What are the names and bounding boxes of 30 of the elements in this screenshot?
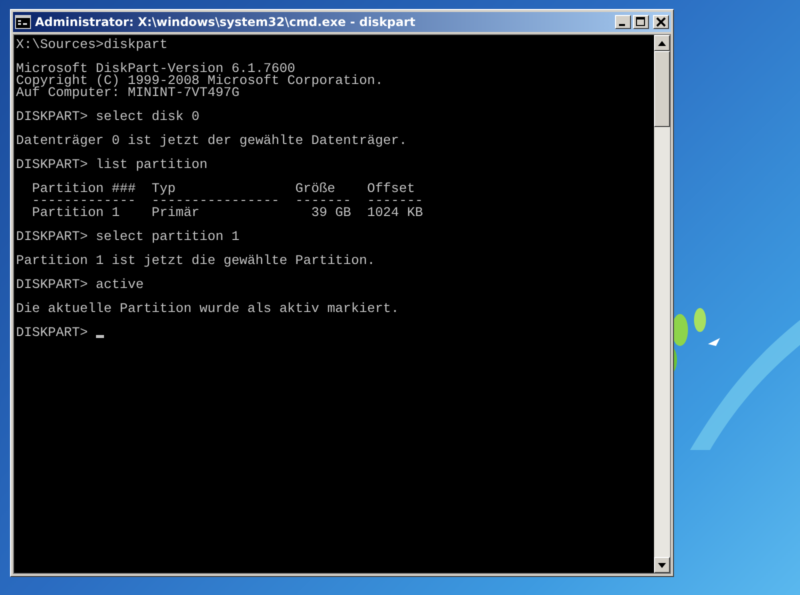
console-line: Datenträger 0 ist jetzt der gewählte Datenträger. xyxy=(16,135,408,147)
console-line: Partition 1 ist jetzt die gewählte Partition. xyxy=(16,255,376,267)
scroll-down-button[interactable] xyxy=(654,557,670,573)
console-line: Microsoft DiskPart-Version 6.1.7600 xyxy=(16,63,296,75)
console-line: DISKPART> select disk 0 xyxy=(16,111,201,123)
window-title: Administrator: X:\windows\system32\cmd.exe - diskpart xyxy=(35,15,416,29)
console-line: Partition ### Typ Größe Offset xyxy=(30,183,416,195)
close-icon xyxy=(656,17,666,27)
scroll-up-button[interactable] xyxy=(654,35,670,51)
console-line: Copyright (C) 1999-2008 Microsoft Corporation. xyxy=(16,75,384,87)
console-line: Auf Computer: MININT-7VT497G xyxy=(16,87,240,99)
console-line: Die aktuelle Partition wurde als aktiv markiert. xyxy=(16,303,400,315)
minimize-button[interactable] xyxy=(615,15,631,29)
console-line: DISKPART> active xyxy=(16,279,145,291)
maximize-button[interactable] xyxy=(633,15,649,29)
scrollbar[interactable] xyxy=(654,35,670,573)
console-prompt: DISKPART> xyxy=(16,327,88,339)
scroll-thumb[interactable] xyxy=(654,51,670,127)
console-line: DISKPART> select partition 1 xyxy=(16,231,240,243)
maximize-icon xyxy=(636,17,646,27)
console-line: Partition 1 Primär 39 GB 1024 KB xyxy=(30,207,424,219)
console-line: DISKPART> list partition xyxy=(16,159,209,171)
down-arrow-icon xyxy=(658,562,666,568)
text-cursor xyxy=(96,335,104,338)
console-icon xyxy=(15,15,31,29)
console-line: ------------- ---------------- ------- ------- xyxy=(30,195,424,207)
close-button[interactable] xyxy=(653,15,669,29)
minimize-icon xyxy=(619,24,625,26)
up-arrow-icon xyxy=(658,40,666,46)
console-line: X:\Sources>diskpart xyxy=(16,39,169,51)
